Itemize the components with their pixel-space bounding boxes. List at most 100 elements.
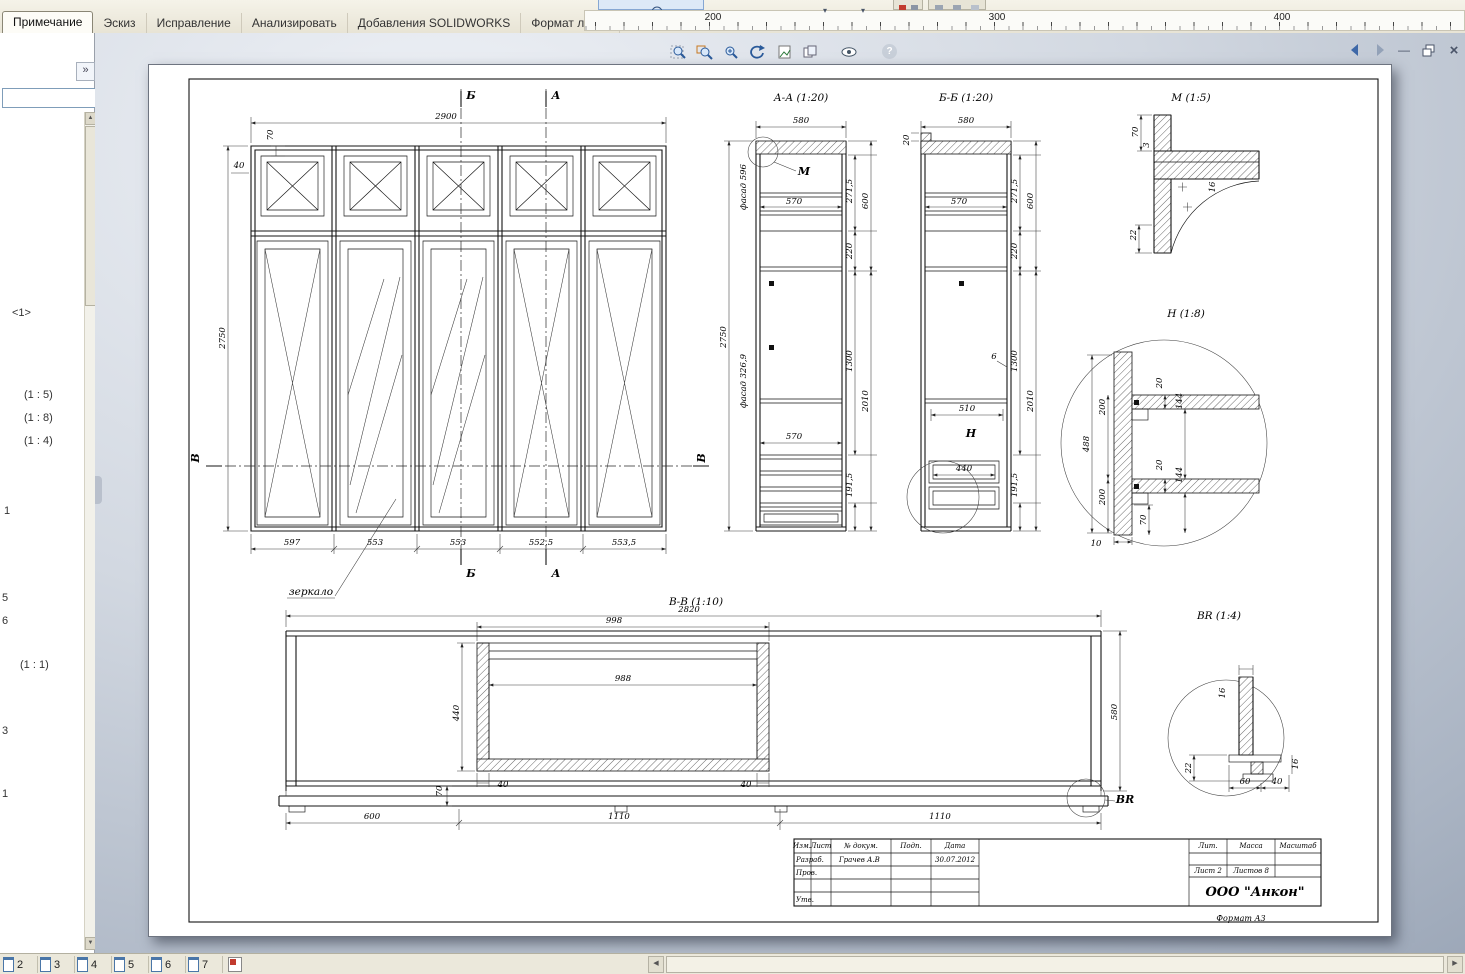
back-button[interactable] (1345, 42, 1365, 58)
titleblock-cell: Лист (810, 842, 832, 850)
view-front[interactable]: 2900 2750 70 40 597 553 553 552,5 553,5 … (189, 89, 709, 599)
sheet-tab[interactable]: 2 (0, 956, 38, 973)
company-name: ООО "Анкон" (1205, 885, 1304, 900)
dim-label: 220 (1010, 242, 1020, 260)
sheet-icon (3, 957, 14, 972)
dim-label: 2010 (861, 390, 871, 413)
sheet-tab[interactable]: 7 (185, 956, 223, 973)
sheet-tab[interactable]: 6 (148, 956, 186, 973)
dropdown-chevron-icon[interactable]: ▾ (823, 6, 827, 15)
view-detail-m[interactable]: М (1:5) 70 3 16 22 (1129, 92, 1260, 254)
section-label: А (551, 567, 561, 580)
view-detail-br[interactable]: BR (1:4) 16 22 60 40 16 (1167, 610, 1301, 797)
command-manager-header: Примечание Эскиз Исправление Анализирова… (0, 0, 1465, 34)
titleblock-cell: Пров. (795, 869, 817, 877)
panel-collapse-chevron-icon[interactable]: » (76, 62, 95, 81)
dim-label: 220 (845, 242, 855, 260)
sheet-tab[interactable]: 5 (111, 956, 149, 973)
tree-item[interactable]: 5 (2, 592, 8, 604)
view-section-aa[interactable]: А-А (1:20) 570 570 580 2750 фасад 596 фа… (719, 92, 877, 532)
colored-sheet-icon[interactable] (228, 957, 242, 972)
tab-sketch[interactable]: Эскиз (93, 13, 147, 33)
dim-label: 2750 (719, 326, 729, 349)
eye-icon (841, 47, 857, 57)
dim-label: 6 (991, 352, 997, 362)
toolbar-partial-icon[interactable] (893, 0, 923, 12)
toolbar-partial-zoom-button[interactable] (598, 0, 704, 18)
tree-item[interactable]: 6 (2, 615, 8, 627)
tree-item[interactable]: (1 : 4) (24, 435, 53, 447)
hscroll-right-icon[interactable]: ▶ (1447, 956, 1463, 973)
help-icon[interactable]: ? (882, 44, 897, 59)
sheet-tab-label: 7 (202, 958, 209, 971)
tree-item[interactable]: <1> (12, 307, 31, 319)
view-section-vv[interactable]: В-В (1:10) 2820 998 988 440 70 40 40 600… (278, 596, 1134, 830)
tree-item[interactable]: 1 (2, 788, 8, 800)
tab-annotation[interactable]: Примечание (2, 11, 94, 33)
commandmanager-tab-row: Примечание Эскиз Исправление Анализирова… (2, 11, 620, 33)
dim-label: 40 (740, 780, 752, 790)
zoom-in-out-button[interactable] (720, 42, 742, 62)
dim-label: 1110 (608, 812, 630, 822)
restore-button[interactable] (1419, 42, 1439, 58)
sheet-icon (77, 957, 88, 972)
dim-label: 60 (1240, 777, 1251, 787)
dim-label: 2820 (677, 605, 700, 615)
restore-window-icon (1422, 44, 1435, 56)
tab-solidworks-addins[interactable]: Добавления SOLIDWORKS (348, 13, 522, 33)
tree-item[interactable]: 1 (4, 505, 10, 517)
tree-filter-input[interactable] (2, 88, 96, 108)
titleblock-cell: 30.07.2012 (935, 856, 976, 864)
panel-splitter-handle[interactable] (95, 476, 102, 504)
forward-button[interactable] (1370, 42, 1390, 58)
section-label: А (551, 89, 561, 102)
view-section-bb[interactable]: Б-Б (1:20) 20 570 510 440 6 580 271,5 22… (902, 92, 1041, 534)
toolbar-partial-icon[interactable] (928, 0, 986, 12)
titleblock-cell: № докум. (843, 842, 878, 850)
dim-label: 3 (1142, 142, 1152, 147)
copy-settings-button[interactable] (800, 42, 822, 62)
dim-label: 191,5 (1010, 473, 1020, 497)
detail-label: Н (965, 427, 977, 440)
sheet-icon (114, 957, 125, 972)
tree-item[interactable]: (1 : 1) (20, 659, 49, 671)
solidworks-window: Примечание Эскиз Исправление Анализирова… (0, 0, 1465, 974)
tab-revision[interactable]: Исправление (147, 13, 242, 33)
dropdown-chevron-icon[interactable]: ▾ (861, 6, 865, 15)
view-detail-h[interactable]: Н (1:8) 488 200 200 20 144 20 144 70 10 (1060, 308, 1268, 549)
dim-label: 20 (1155, 459, 1165, 471)
minimize-button[interactable]: — (1394, 42, 1414, 58)
close-button[interactable]: × (1444, 42, 1464, 59)
sheet-icon (40, 957, 51, 972)
dim-label: 2900 (434, 112, 457, 122)
sheet-tab[interactable]: 4 (74, 956, 112, 973)
tree-item[interactable]: (1 : 8) (24, 412, 53, 424)
hscroll-left-icon[interactable]: ◀ (648, 956, 664, 973)
tree-item[interactable]: 3 (2, 725, 8, 737)
zoom-to-fit-button[interactable] (668, 42, 690, 62)
zoom-in-out-icon (725, 46, 738, 59)
view-orientation-button[interactable] (838, 42, 860, 62)
zoom-to-area-button[interactable] (694, 42, 716, 62)
sheet-tab-label: 4 (91, 958, 98, 971)
ruler-mark: 300 (988, 12, 1006, 23)
sheet-format-label: Формат А3 (1216, 914, 1265, 923)
zoom-to-fit-icon (670, 45, 686, 59)
section-label: Б (465, 89, 476, 102)
tree-item[interactable]: (1 : 5) (24, 389, 53, 401)
titleblock-cell: Подп. (899, 842, 922, 850)
hscrollbar-thumb[interactable] (666, 956, 1444, 973)
sheet-tab[interactable]: 3 (37, 956, 75, 973)
dim-label: 597 (284, 538, 301, 548)
tab-evaluate[interactable]: Анализировать (242, 13, 348, 33)
section-label: В (189, 453, 202, 463)
detail-label: М (797, 165, 811, 178)
dim-label: 40 (233, 161, 245, 171)
dim-label: 191,5 (845, 473, 855, 497)
dim-label: 70 (1131, 126, 1141, 137)
rotate-view-button[interactable] (746, 42, 768, 62)
titleblock-cell: Дата (944, 842, 966, 850)
draft-quality-button[interactable] (774, 42, 796, 62)
drawing-sheet[interactable]: 2900 2750 70 40 597 553 553 552,5 553,5 … (148, 64, 1392, 937)
titleblock-cell: Утв. (796, 896, 814, 904)
